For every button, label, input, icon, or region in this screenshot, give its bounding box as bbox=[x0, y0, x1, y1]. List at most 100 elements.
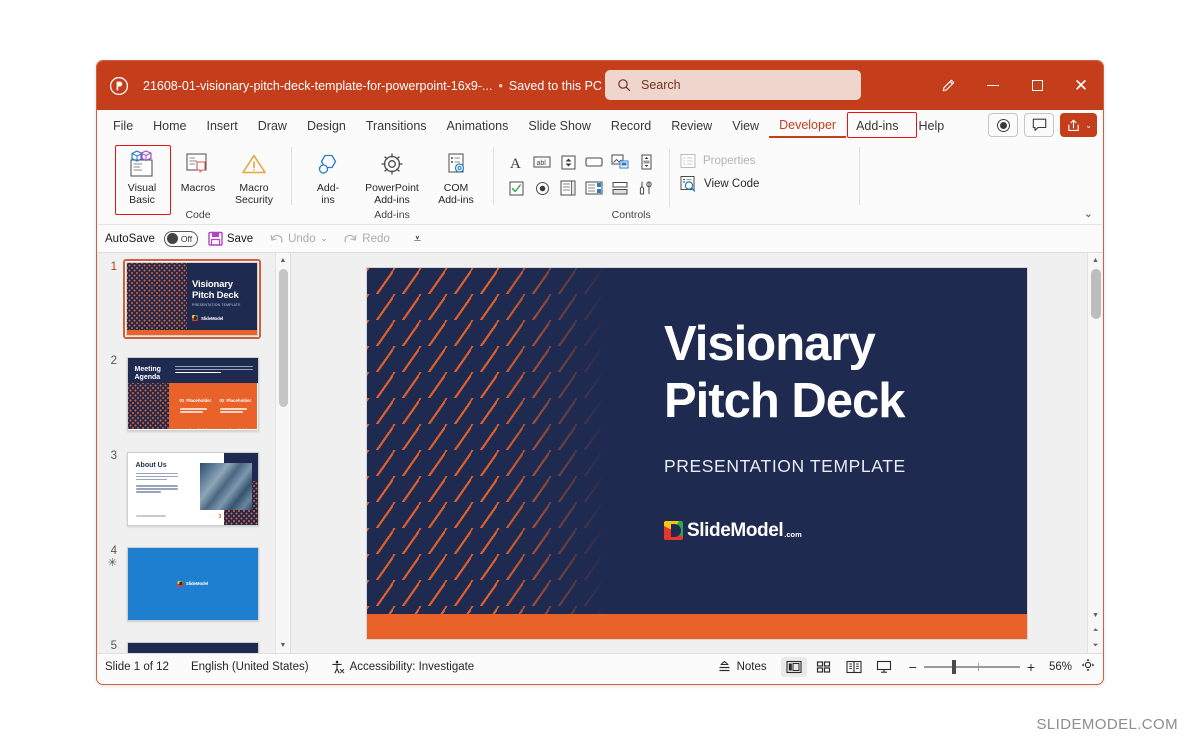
text-box-control-icon[interactable]: abl bbox=[531, 151, 553, 173]
toggle-button-control-icon[interactable] bbox=[609, 177, 631, 199]
zoom-in-button[interactable]: + bbox=[1027, 659, 1035, 675]
thumbnail-slide-5[interactable]: 5 bbox=[97, 624, 290, 653]
thumbnail-scroll-down-button[interactable]: ▼ bbox=[276, 638, 290, 653]
thumbnail-scrollbar-thumb[interactable] bbox=[279, 269, 288, 407]
thumbnail-pane-scrollbar[interactable]: ▲ ▼ bbox=[275, 253, 290, 653]
close-button[interactable]: ✕ bbox=[1059, 66, 1103, 106]
tab-design[interactable]: Design bbox=[297, 113, 356, 139]
slide-thumbnail-pane[interactable]: 1 Visionary Pitch Deck PRESENTATION TEMP… bbox=[97, 253, 291, 653]
thumbnail-slide-4[interactable]: 4 ✳ SlideModel bbox=[97, 529, 290, 624]
combo-box-control-icon[interactable] bbox=[583, 177, 605, 199]
ink-pen-icon[interactable] bbox=[925, 66, 971, 106]
tab-animations[interactable]: Animations bbox=[437, 113, 519, 139]
macro-security-button[interactable]: Macro Security bbox=[227, 145, 281, 206]
comments-button[interactable] bbox=[1024, 113, 1055, 137]
accessibility-status[interactable]: Accessibility: Investigate bbox=[331, 660, 474, 674]
saved-status[interactable]: Saved to this PC bbox=[509, 79, 602, 93]
next-slide-button[interactable]: ⏷ bbox=[1088, 638, 1103, 653]
slide-editing-area[interactable]: Visionary Pitch Deck PRESENTATION TEMPLA… bbox=[291, 253, 1103, 653]
thumbnail-slide-1[interactable]: 1 Visionary Pitch Deck PRESENTATION TEMP… bbox=[97, 253, 290, 339]
option-button-control-icon[interactable] bbox=[531, 177, 553, 199]
spin-button-control-icon[interactable] bbox=[557, 151, 579, 173]
tab-transitions[interactable]: Transitions bbox=[356, 113, 437, 139]
properties-button[interactable]: Properties bbox=[680, 153, 759, 169]
save-button[interactable]: Save bbox=[202, 228, 259, 250]
macros-button[interactable]: Macros bbox=[171, 145, 225, 195]
slide-title-text[interactable]: Visionary Pitch Deck bbox=[664, 316, 906, 430]
com-add-ins-button[interactable]: COM Add-ins bbox=[429, 145, 483, 206]
slide-area-scrollbar[interactable]: ▲ ▼ ⏶ ⏷ bbox=[1087, 253, 1103, 653]
slide-show-view-button[interactable] bbox=[871, 657, 897, 677]
zoom-slider-track[interactable] bbox=[923, 659, 1020, 674]
add-ins-button[interactable]: Add- ins bbox=[301, 145, 355, 206]
share-icon bbox=[1068, 119, 1080, 131]
list-box-control-icon[interactable] bbox=[557, 177, 579, 199]
svg-text:A: A bbox=[510, 156, 521, 171]
tab-slide-show[interactable]: Slide Show bbox=[518, 113, 601, 139]
language-indicator[interactable]: English (United States) bbox=[191, 661, 309, 673]
status-bar-right: Notes − + 56% bbox=[717, 656, 1095, 677]
more-controls-icon[interactable] bbox=[635, 177, 657, 199]
ribbon-body: Visual Basic Macros Macro Security Code … bbox=[97, 141, 1103, 225]
share-chevron-down-icon[interactable]: ⌄ bbox=[1085, 121, 1092, 130]
customize-quick-access-toolbar-button[interactable]: ⩡ bbox=[408, 228, 427, 250]
notes-button[interactable]: Notes bbox=[717, 660, 767, 674]
minimize-button[interactable] bbox=[971, 66, 1015, 106]
thumbnail-slide-2[interactable]: 2 Meeting Agenda 01 Placeholder 02 Place… bbox=[97, 339, 290, 434]
zoom-control[interactable]: − + 56% bbox=[909, 658, 1095, 675]
ribbon-group-add-ins: Add- ins PowerPoint Add-ins COM Add-ins … bbox=[291, 141, 493, 225]
share-button[interactable]: ⌄ bbox=[1060, 113, 1097, 137]
tab-draw[interactable]: Draw bbox=[248, 113, 297, 139]
tab-record[interactable]: Record bbox=[601, 113, 661, 139]
tab-file[interactable]: File bbox=[103, 113, 143, 139]
undo-chevron-down-icon[interactable]: ⌄ bbox=[321, 234, 328, 243]
view-code-icon bbox=[680, 176, 696, 192]
redo-button[interactable]: Redo bbox=[337, 228, 396, 250]
thumbnail-slide-3[interactable]: 3 About Us 3 bbox=[97, 434, 290, 529]
powerpoint-add-ins-button[interactable]: PowerPoint Add-ins bbox=[357, 145, 427, 206]
tab-insert[interactable]: Insert bbox=[197, 113, 248, 139]
tab-review[interactable]: Review bbox=[661, 113, 722, 139]
tab-help[interactable]: Help bbox=[908, 113, 954, 139]
tab-home[interactable]: Home bbox=[143, 113, 196, 139]
zoom-slider-handle[interactable] bbox=[951, 659, 957, 674]
slide-scrollbar-thumb[interactable] bbox=[1091, 269, 1101, 319]
slide-counter[interactable]: Slide 1 of 12 bbox=[105, 661, 169, 673]
record-button[interactable] bbox=[988, 113, 1019, 137]
search-box[interactable]: Search bbox=[605, 70, 861, 100]
visual-basic-button[interactable]: Visual Basic bbox=[115, 145, 169, 206]
thumb1-pattern bbox=[127, 263, 187, 335]
tab-view[interactable]: View bbox=[722, 113, 769, 139]
previous-slide-button[interactable]: ⏶ bbox=[1088, 623, 1103, 638]
fit-to-window-icon[interactable] bbox=[1081, 658, 1095, 675]
reading-view-button[interactable] bbox=[841, 657, 867, 677]
current-slide-canvas[interactable]: Visionary Pitch Deck PRESENTATION TEMPLA… bbox=[367, 267, 1027, 639]
thumbnail-selection-frame: Visionary Pitch Deck PRESENTATION TEMPLA… bbox=[123, 259, 261, 339]
check-box-control-icon[interactable] bbox=[505, 177, 527, 199]
normal-view-button[interactable] bbox=[780, 656, 807, 677]
thumbnail-number-4-value: 4 bbox=[110, 545, 117, 557]
autosave-toggle[interactable]: Off bbox=[163, 230, 198, 247]
slide-subtitle-text[interactable]: PRESENTATION TEMPLATE bbox=[664, 456, 906, 477]
tab-developer[interactable]: Developer bbox=[769, 113, 847, 138]
scroll-up-button[interactable]: ▲ bbox=[1088, 253, 1103, 268]
slidemodel-mark-icon bbox=[664, 521, 683, 540]
command-button-control-icon[interactable] bbox=[583, 151, 605, 173]
scroll-down-button[interactable]: ▼ bbox=[1088, 608, 1103, 623]
zoom-percentage[interactable]: 56% bbox=[1042, 661, 1072, 673]
zoom-out-button[interactable]: − bbox=[909, 659, 917, 675]
slide-brand-logo[interactable]: SlideModel .com bbox=[664, 520, 802, 542]
autosave-state: Off bbox=[180, 233, 193, 244]
collapse-ribbon-button[interactable]: ⌄ bbox=[1084, 207, 1093, 220]
maximize-button[interactable] bbox=[1015, 66, 1059, 106]
scroll-bar-control-icon[interactable] bbox=[635, 151, 657, 173]
view-code-button[interactable]: View Code bbox=[680, 175, 759, 192]
label-control-icon[interactable]: A bbox=[505, 151, 527, 173]
slide-sorter-icon bbox=[817, 660, 831, 673]
undo-button[interactable]: Undo ⌄ bbox=[263, 228, 333, 250]
thumbnail-scroll-up-button[interactable]: ▲ bbox=[276, 253, 290, 268]
image-control-icon[interactable] bbox=[609, 151, 631, 173]
macro-security-icon bbox=[239, 148, 269, 182]
slide-sorter-view-button[interactable] bbox=[811, 657, 837, 677]
tab-add-ins[interactable]: Add-ins bbox=[846, 113, 908, 139]
